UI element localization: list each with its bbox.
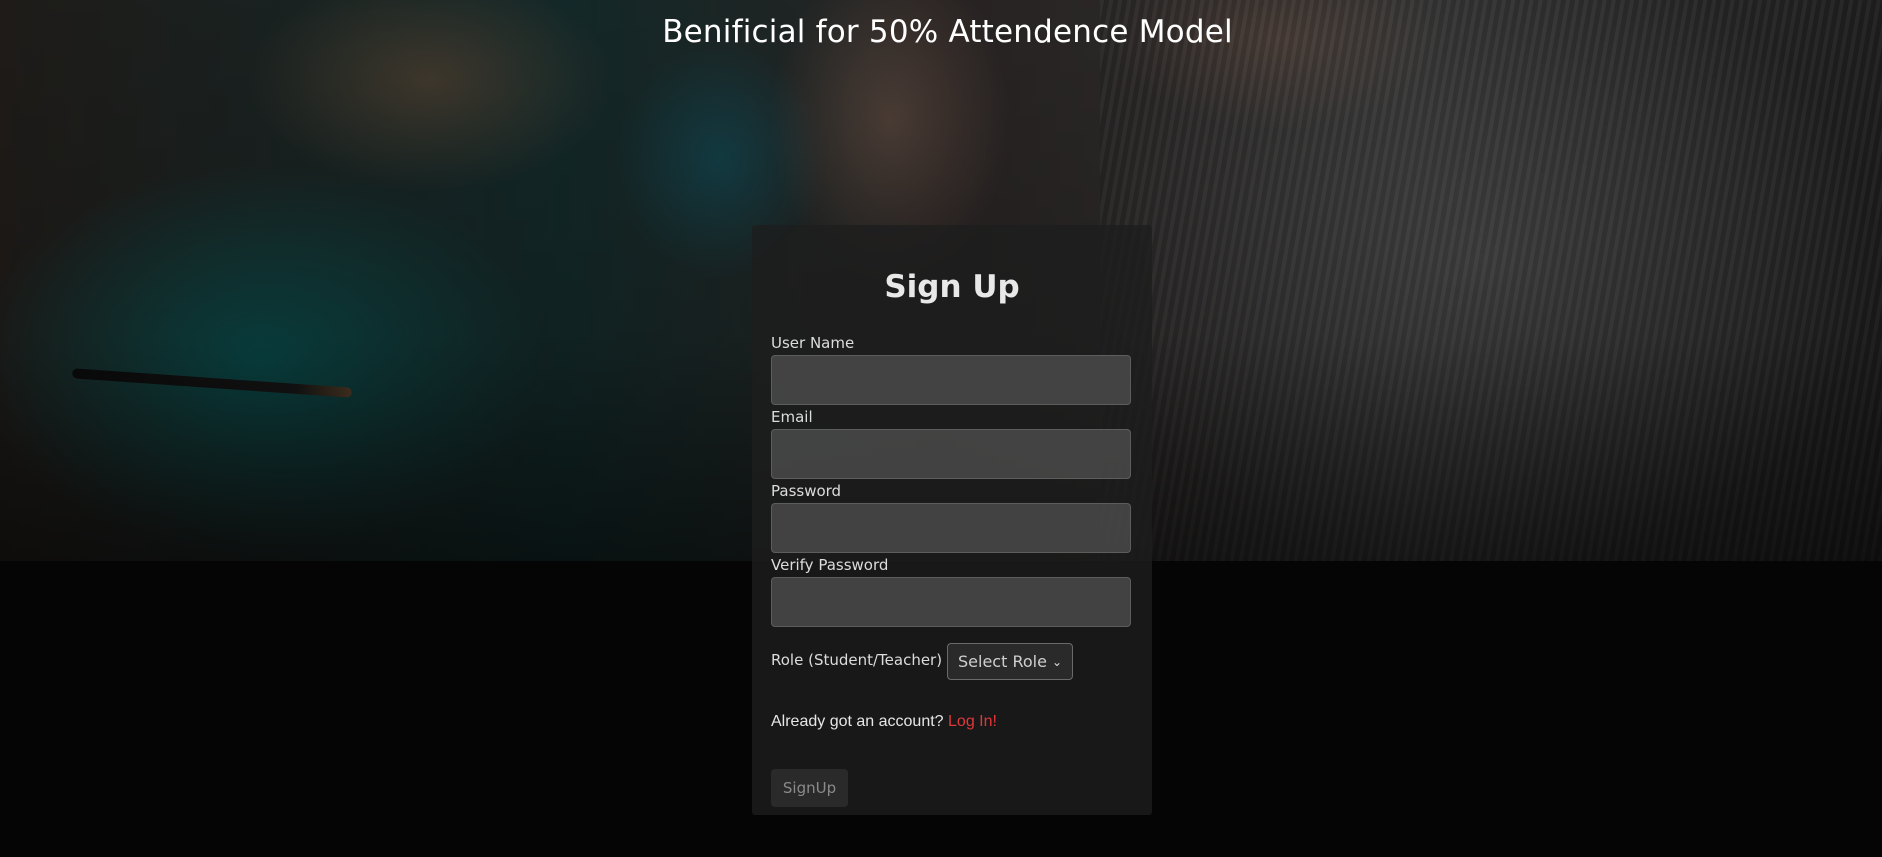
signup-page: Benificial for 50% Attendence Model Sign…: [0, 0, 1882, 857]
role-select-value: Select Role: [958, 652, 1047, 671]
login-link[interactable]: Log In!: [948, 713, 997, 730]
signup-card: Sign Up User Name Email Password Verify …: [752, 225, 1152, 815]
login-prompt-text: Already got an account?: [771, 713, 944, 730]
role-select[interactable]: Select Role ⌄: [947, 643, 1073, 680]
password-label: Password: [771, 482, 842, 500]
password-input[interactable]: [771, 503, 1131, 553]
username-input[interactable]: [771, 355, 1131, 405]
login-prompt-line: Already got an account? Log In!: [771, 713, 997, 731]
verify-password-input[interactable]: [771, 577, 1131, 627]
signup-button[interactable]: SignUp: [771, 769, 848, 807]
form-title: Sign Up: [884, 269, 1020, 305]
verify-password-label: Verify Password: [771, 556, 889, 574]
username-label: User Name: [771, 334, 855, 352]
chevron-down-icon: ⌄: [1051, 654, 1062, 669]
email-input[interactable]: [771, 429, 1131, 479]
role-label: Role (Student/Teacher): [771, 651, 943, 669]
email-label: Email: [771, 408, 813, 426]
page-headline: Benificial for 50% Attendence Model: [662, 14, 1233, 50]
